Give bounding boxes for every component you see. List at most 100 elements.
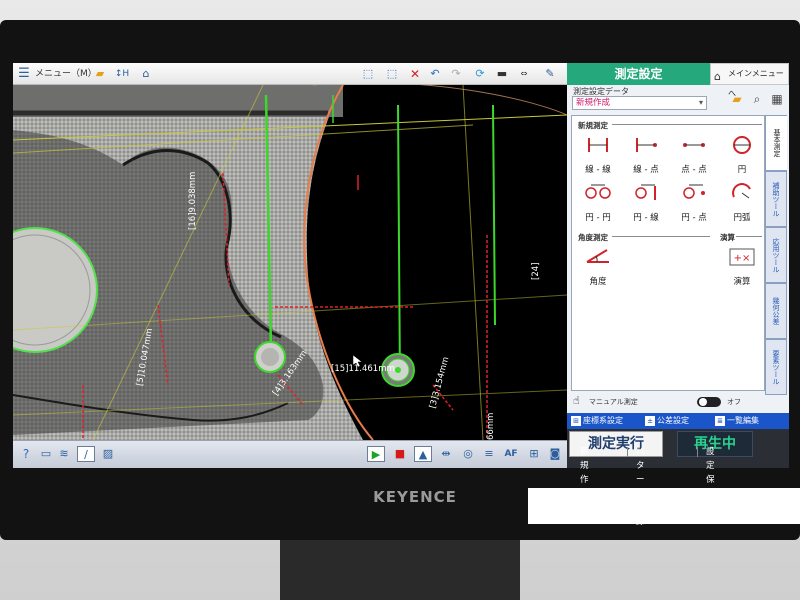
menu-label[interactable]: メニュー（M）: [35, 66, 97, 82]
playing-status-button[interactable]: 再生中: [677, 431, 753, 457]
section-divider: [612, 124, 762, 125]
tool-circle[interactable]: 円: [720, 134, 764, 180]
section-new-measurement: 新規測定: [578, 121, 608, 130]
measurement-label-16[interactable]: [16]9.038mm: [188, 172, 198, 230]
tab-auxiliary-tools[interactable]: 補助ツール: [765, 171, 787, 227]
help-icon[interactable]: ?: [17, 446, 35, 462]
tolerance-button[interactable]: ± 公差設定: [643, 413, 689, 429]
tab-applied-tools[interactable]: 応用ツール: [765, 227, 787, 283]
svg-text:+×: +×: [734, 253, 751, 264]
tool-line-line[interactable]: 線 - 線: [576, 134, 620, 180]
tool-circle-circle[interactable]: 円 - 円: [576, 182, 620, 228]
monitor-stand: [280, 540, 520, 600]
hamburger-menu-icon[interactable]: ☰: [15, 66, 33, 82]
align-icon[interactable]: ⇹: [437, 446, 455, 462]
desk-object: [528, 488, 800, 524]
measurement-label-partial[interactable]: 66mm: [486, 413, 496, 440]
undo-icon[interactable]: ↶: [426, 66, 444, 82]
circle-point-icon: [683, 184, 705, 199]
height-icon[interactable]: ↕H: [113, 66, 131, 82]
folder-icon[interactable]: ▰: [91, 66, 109, 82]
save-settings-button[interactable]: 設定保存: [706, 445, 715, 499]
redo-icon[interactable]: ↷: [447, 66, 465, 82]
sub-button-bar: ⊞ 座標系設定 ± 公差設定 ≣ 一覧編集: [567, 413, 789, 429]
tool-label: 円弧: [733, 213, 751, 223]
tool-label: 円 - 点: [681, 213, 707, 223]
run-button-row: 測定実行 再生中: [567, 429, 789, 468]
chevron-down-icon: ▾: [698, 98, 703, 107]
tool-arc[interactable]: 円弧: [720, 182, 764, 228]
point-point-icon: [683, 143, 705, 147]
tool-line-point[interactable]: 線 - 点: [624, 134, 668, 180]
tolerance-label: 公差設定: [657, 416, 689, 425]
camera-view[interactable]: [15]11.461mm [16]9.038mm [5]10.047mm [4]…: [13, 85, 567, 440]
line-width-icon[interactable]: ▬: [493, 66, 511, 82]
tool-circle-line[interactable]: 円 - 線: [624, 182, 668, 228]
section-divider: [612, 236, 710, 237]
vertical-tabs: 基本測定 補助ツール 応用ツール 幾何公差 要素ツール: [765, 115, 789, 395]
delete-icon[interactable]: ✕: [406, 66, 424, 82]
tool-circle-point[interactable]: 円 - 点: [672, 182, 716, 228]
scale-icon[interactable]: ⇔: [515, 66, 533, 82]
stage-icon-2[interactable]: ⊞: [525, 446, 543, 462]
coordinate-system-button[interactable]: ⊞ 座標系設定: [569, 413, 623, 429]
stop-icon[interactable]: ■: [391, 446, 409, 462]
search-icon[interactable]: ⌕: [747, 89, 767, 109]
rotate-icon[interactable]: ⟳: [471, 66, 489, 82]
circle-icon: [733, 136, 751, 154]
section-calc: 演算: [720, 233, 735, 242]
line-line-icon: [588, 138, 608, 152]
stage-icon[interactable]: ⌂: [137, 66, 155, 82]
image-icon[interactable]: ▨: [99, 446, 117, 462]
calc-icon: +×: [729, 248, 755, 266]
footer-divider: [627, 447, 628, 457]
panel-title: 測定設定: [567, 63, 710, 85]
zoom-fit-icon[interactable]: ⬚: [359, 66, 377, 82]
list-edit-button[interactable]: ≣ 一覧編集: [713, 413, 759, 429]
tool-angle[interactable]: 角度: [576, 246, 620, 292]
manual-measurement-row: ☝ マニュアル測定 オフ: [571, 393, 765, 411]
angle-icon: [586, 249, 609, 263]
tab-element-tools[interactable]: 要素ツール: [765, 339, 787, 395]
illumination-icon[interactable]: ≡: [480, 446, 498, 462]
main-menu-button[interactable]: ⌂ メインメニューへ: [710, 63, 789, 98]
view-bottom-toolbar: ? ▭ ≋ ∕ ▨ ▶ ■ ▲ ⇹ ◎ ≡ AF ⊞ ◙: [13, 440, 567, 468]
autofocus-icon[interactable]: AF: [502, 446, 520, 462]
tool-point-point[interactable]: 点 - 点: [672, 134, 716, 180]
circle-line-icon: [635, 184, 656, 200]
home-icon: ⌂: [714, 70, 721, 83]
settings-panel: 測定設定 ⌂ メインメニューへ 測定設定データ 新規作成 ▾ ▰ ⌕ ▦ 新規測定 …: [567, 63, 789, 468]
stage-move-icon[interactable]: ▲: [414, 446, 432, 462]
camera-icon[interactable]: ◙: [546, 446, 564, 462]
measurement-label-24[interactable]: [24]: [531, 263, 541, 280]
play-icon[interactable]: ▶: [367, 446, 385, 462]
manual-measurement-toggle[interactable]: [697, 397, 721, 407]
tool-label: 円 - 線: [633, 213, 659, 223]
measurement-label-15[interactable]: [15]11.461mm: [331, 364, 395, 374]
settings-data-select[interactable]: 新規作成 ▾: [572, 96, 707, 110]
coordinate-icon: ⊞: [571, 416, 581, 426]
tolerance-icon: ±: [645, 416, 655, 426]
screen: ☰ メニュー（M） ▰ ↕H ⌂ ⬚ ⬚ ✕ ↶ ↷ ⟳ ▬ ⇔ ✎ [15]1…: [13, 63, 789, 468]
zoom-area-icon[interactable]: ⬚: [383, 66, 401, 82]
open-file-icon[interactable]: ▰: [727, 89, 747, 109]
tool-label: 点 - 点: [681, 165, 707, 175]
brand-logo: KEYENCE: [373, 488, 457, 506]
tab-basic-measurement[interactable]: 基本測定: [765, 115, 787, 171]
export-icon[interactable]: ▦: [767, 89, 787, 109]
tool-calc[interactable]: +× 演算: [720, 246, 764, 292]
pattern-register-button[interactable]: パターン登録: [636, 445, 645, 527]
list-edit-label: 一覧編集: [727, 416, 759, 425]
circle-circle-icon: [585, 184, 611, 199]
new-file-button[interactable]: 新規作成: [580, 445, 589, 499]
tab-geometric-tolerance[interactable]: 幾何公差: [765, 283, 787, 339]
tool-label: 演算: [733, 277, 751, 287]
edit-icon[interactable]: ✎: [541, 66, 559, 82]
tool-label: 円: [737, 165, 747, 175]
section-divider: [736, 236, 762, 237]
layout-icon[interactable]: ▭: [37, 446, 55, 462]
draw-icon[interactable]: ∕: [77, 446, 95, 462]
light-ring-icon[interactable]: ◎: [459, 446, 477, 462]
layers-icon[interactable]: ≋: [55, 446, 73, 462]
list-icon: ≣: [715, 416, 725, 426]
